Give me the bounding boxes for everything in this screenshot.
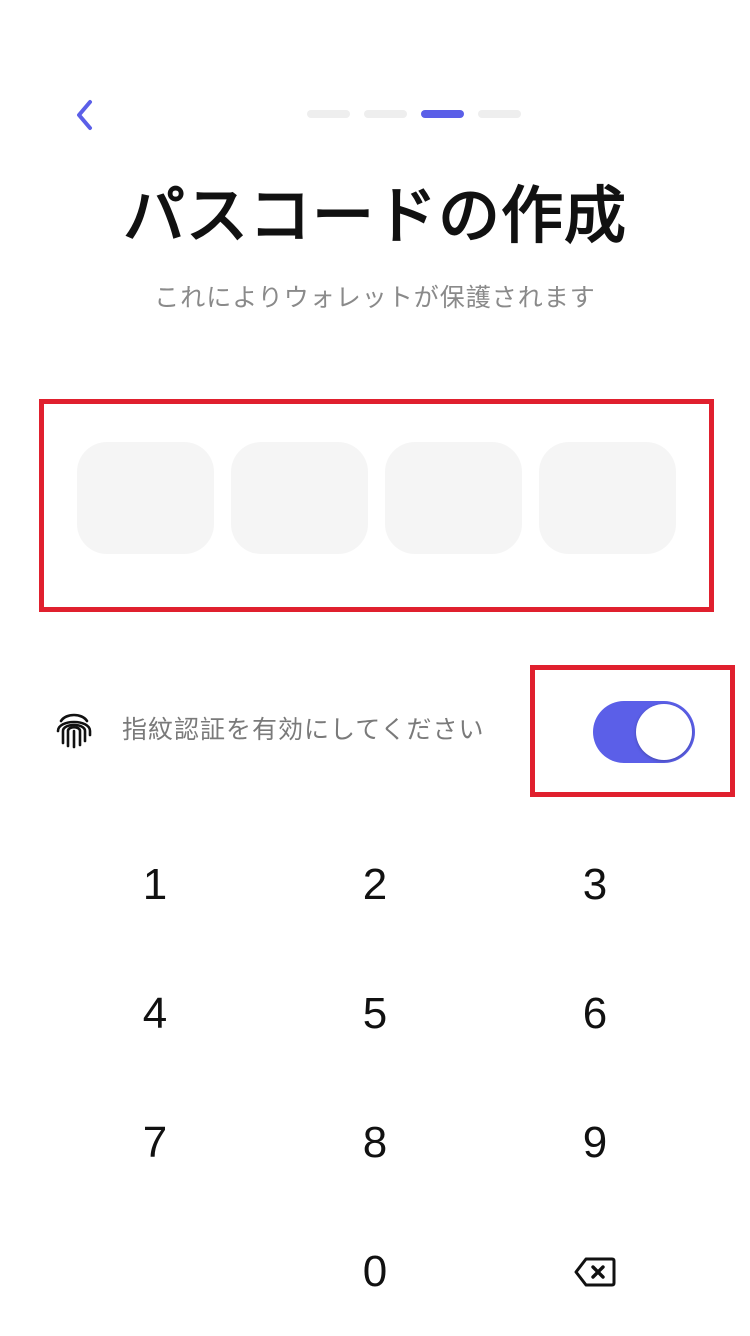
back-button[interactable]: [62, 92, 108, 138]
key-2[interactable]: 2: [265, 820, 485, 949]
page-title: パスコードの作成: [122, 179, 627, 252]
step-dot: [478, 110, 521, 118]
key-empty: [45, 1207, 265, 1336]
fingerprint-icon: [52, 708, 96, 752]
backspace-button[interactable]: [485, 1207, 705, 1336]
key-1[interactable]: 1: [45, 820, 265, 949]
key-3[interactable]: 3: [485, 820, 705, 949]
key-9[interactable]: 9: [485, 1078, 705, 1207]
toggle-knob: [636, 704, 692, 760]
passcode-input[interactable]: [77, 442, 676, 554]
page-subtitle: これによりウォレットが保護されます: [154, 283, 596, 312]
chevron-left-icon: [77, 100, 92, 130]
biometric-setting: 指紋認証を有効にしてください: [52, 708, 485, 752]
key-7[interactable]: 7: [45, 1078, 265, 1207]
key-6[interactable]: 6: [485, 949, 705, 1078]
biometric-label: 指紋認証を有効にしてください: [122, 715, 485, 744]
numeric-keypad: 1 2 3 4 5 6 7 8 9 0: [45, 820, 705, 1336]
fingerprint-toggle[interactable]: [593, 701, 695, 763]
passcode-digit-2[interactable]: [231, 442, 368, 554]
key-0[interactable]: 0: [265, 1207, 485, 1336]
passcode-digit-4[interactable]: [539, 442, 676, 554]
step-dot-active: [421, 110, 464, 118]
step-dot: [364, 110, 407, 118]
key-5[interactable]: 5: [265, 949, 485, 1078]
key-8[interactable]: 8: [265, 1078, 485, 1207]
passcode-digit-1[interactable]: [77, 442, 214, 554]
passcode-digit-3[interactable]: [385, 442, 522, 554]
step-indicator: [307, 110, 521, 118]
key-4[interactable]: 4: [45, 949, 265, 1078]
backspace-icon: [574, 1257, 616, 1286]
step-dot: [307, 110, 350, 118]
